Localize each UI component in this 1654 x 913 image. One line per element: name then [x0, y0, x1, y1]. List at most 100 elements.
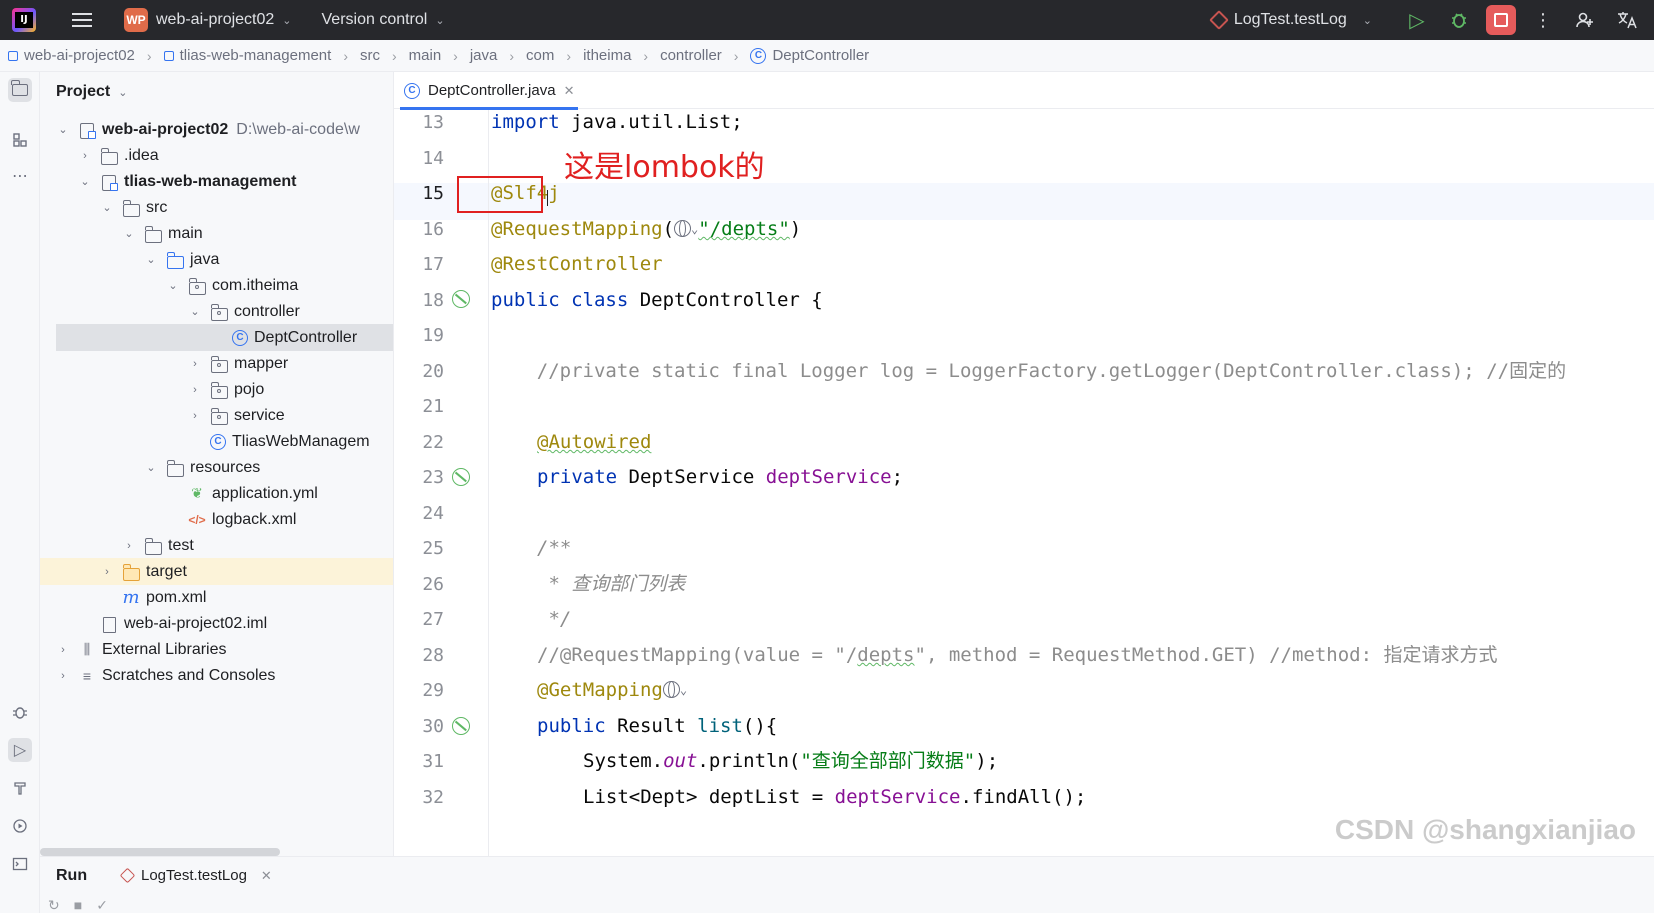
chevron-down-icon[interactable]: ⌄ [122, 227, 136, 240]
chevron-down-icon[interactable]: ⌄ [188, 305, 202, 318]
stop-icon[interactable]: ■ [74, 897, 82, 913]
rerun-icon[interactable]: ↻ [48, 897, 60, 913]
tree-item-src[interactable]: ⌄ src [40, 194, 393, 221]
more-tools-icon[interactable]: ⋯ [8, 164, 32, 188]
spring-autowired-gutter-icon[interactable] [452, 468, 470, 486]
web-endpoint-icon[interactable] [674, 220, 692, 237]
tree-item-target[interactable]: › target [40, 558, 393, 585]
spring-bean-gutter-icon[interactable] [452, 290, 470, 308]
chevron-right-icon[interactable]: › [188, 410, 202, 422]
chevron-down-icon[interactable]: ⌄ [78, 175, 92, 188]
tree-item-application-class[interactable]: ›C TliasWebManagem [40, 428, 393, 455]
chevron-right-icon[interactable]: › [100, 566, 114, 578]
chevron-down-icon[interactable]: ⌄ [282, 14, 291, 27]
more-actions-icon[interactable]: ⋮ [1528, 5, 1558, 35]
chevron-right-icon[interactable]: › [78, 150, 92, 162]
run-tool-icon[interactable]: ▷ [8, 738, 32, 762]
tab-deptcontroller[interactable]: C DeptController.java ✕ [400, 72, 579, 110]
tree-item-java[interactable]: ⌄ java [40, 246, 393, 273]
structure-tool-icon[interactable] [8, 128, 32, 152]
tree-item-service[interactable]: › service [40, 402, 393, 429]
translate-icon[interactable] [1612, 5, 1642, 35]
version-control-menu[interactable]: Version control [322, 11, 428, 29]
breadcrumb-item[interactable]: com [526, 47, 554, 64]
code-line: //private static final Logger log = Logg… [491, 360, 1567, 382]
breadcrumb-item[interactable]: tlias-web-management [163, 47, 331, 64]
excluded-folder-icon [122, 563, 140, 581]
breadcrumb-item[interactable]: itheima [583, 47, 631, 64]
tree-item-resources[interactable]: ⌄ resources [40, 454, 393, 481]
build-tool-icon[interactable] [8, 776, 32, 800]
tree-item-test[interactable]: › test [40, 532, 393, 559]
chevron-right-icon[interactable]: › [56, 644, 70, 656]
chevron-right-icon[interactable]: › [122, 540, 136, 552]
tree-item-external-libraries[interactable]: › ⫼ External Libraries [40, 636, 393, 663]
xml-file-icon: </> [188, 512, 206, 527]
tree-item-application-yml[interactable]: ›❦ application.yml [40, 480, 393, 507]
run-button[interactable]: ▷ [1402, 5, 1432, 35]
chevron-right-icon[interactable]: › [188, 384, 202, 396]
breadcrumb-item[interactable]: src [360, 47, 380, 64]
breadcrumb-item[interactable]: controller [660, 47, 722, 64]
chevron-right-icon: › [566, 47, 572, 64]
services-tool-icon[interactable] [8, 814, 32, 838]
folder-icon [144, 537, 162, 555]
line-number: 27 [422, 609, 444, 630]
code-line: @RequestMapping(⌄"/depts") [491, 218, 802, 240]
tree-item-main[interactable]: ⌄ main [40, 220, 393, 247]
project-panel-header[interactable]: Project ⌄ [40, 72, 393, 112]
intellij-logo-icon[interactable] [12, 8, 36, 32]
tree-item-logback-xml[interactable]: ›</> logback.xml [40, 506, 393, 533]
chevron-right-icon: › [391, 47, 397, 64]
package-icon [210, 381, 228, 399]
chevron-down-icon[interactable]: ⌄ [56, 123, 70, 136]
filter-icon[interactable]: ✓ [96, 897, 108, 913]
line-number: 21 [422, 396, 444, 417]
tree-item-idea[interactable]: › .idea [40, 142, 393, 169]
tree-item-iml[interactable]: › web-ai-project02.iml [40, 610, 393, 637]
chevron-down-icon[interactable]: ⌄ [680, 683, 687, 697]
chevron-down-icon[interactable]: ⌄ [100, 201, 114, 214]
project-selector[interactable]: web-ai-project02 [156, 11, 274, 29]
terminal-tool-icon[interactable] [8, 852, 32, 876]
text-cursor [547, 190, 548, 206]
close-icon[interactable]: ✕ [564, 83, 575, 99]
breadcrumb-item[interactable]: main [409, 47, 442, 64]
project-tool-icon[interactable] [8, 78, 32, 102]
web-endpoint-icon[interactable] [662, 681, 680, 698]
tree-item-module[interactable]: ⌄ tlias-web-management [40, 168, 393, 195]
line-number: 32 [422, 787, 444, 808]
breadcrumb-item[interactable]: C DeptController [750, 47, 869, 64]
code-editor[interactable]: 13 14 15 16 17 18 19 20 21 22 23 24 25 2… [394, 110, 1654, 856]
tree-item-pojo[interactable]: › pojo [40, 376, 393, 403]
stop-button[interactable] [1486, 5, 1516, 35]
code-line: import java.util.List; [491, 111, 743, 133]
spring-endpoint-gutter-icon[interactable] [452, 717, 470, 735]
tree-item-root[interactable]: ⌄ web-ai-project02 D:\web-ai-code\w [40, 116, 393, 143]
horizontal-scrollbar[interactable] [40, 848, 280, 856]
chevron-right-icon[interactable]: › [56, 670, 70, 682]
chevron-down-icon[interactable]: ⌄ [435, 14, 444, 27]
project-badge[interactable]: WP [124, 8, 148, 32]
tree-item-pom[interactable]: ›m pom.xml [40, 584, 393, 611]
tool-window-strip: ⋯ ▷ [0, 72, 40, 913]
breadcrumb-item[interactable]: java [470, 47, 498, 64]
breadcrumb-item[interactable]: web-ai-project02 [8, 47, 135, 64]
debug-button[interactable] [1444, 5, 1474, 35]
tree-item-package[interactable]: ⌄ com.itheima [40, 272, 393, 299]
tree-item-mapper[interactable]: › mapper [40, 350, 393, 377]
add-user-icon[interactable] [1570, 5, 1600, 35]
chevron-down-icon[interactable]: ⌄ [144, 461, 158, 474]
tree-item-deptcontroller[interactable]: ›C DeptController [56, 324, 393, 351]
close-icon[interactable]: ✕ [261, 868, 272, 884]
tree-item-scratches[interactable]: › ≡ Scratches and Consoles [40, 662, 393, 689]
run-configuration-selector[interactable]: LogTest.testLog ⌄ [1208, 10, 1372, 30]
debug-tool-icon[interactable] [8, 700, 32, 724]
chevron-right-icon[interactable]: › [188, 358, 202, 370]
chevron-down-icon[interactable]: ⌄ [166, 279, 180, 292]
main-menu-icon[interactable] [72, 13, 92, 27]
code-line: * 查询部门列表 [537, 573, 686, 595]
chevron-down-icon[interactable]: ⌄ [144, 253, 158, 266]
tree-item-controller[interactable]: ⌄ controller [40, 298, 393, 325]
run-tab[interactable]: LogTest.testLog ✕ [119, 867, 272, 884]
